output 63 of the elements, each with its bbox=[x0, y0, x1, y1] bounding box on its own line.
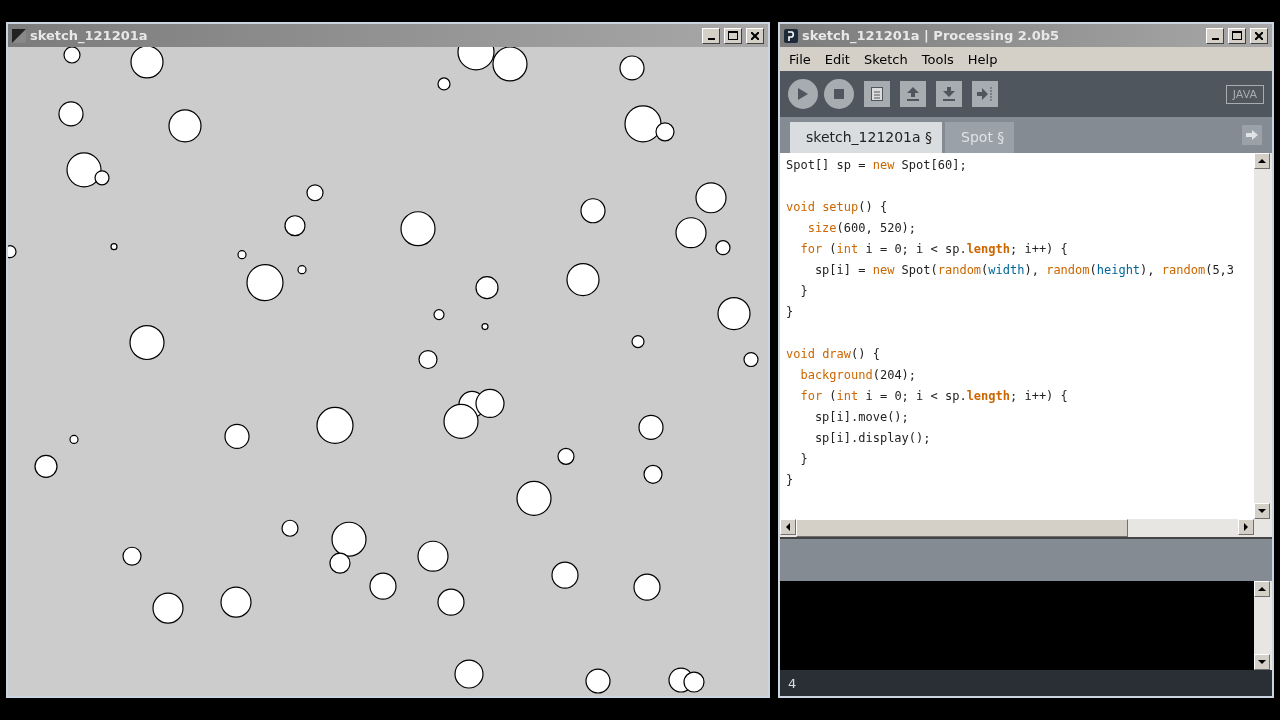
right-triangle-icon bbox=[1244, 523, 1248, 531]
close-button[interactable] bbox=[746, 27, 764, 44]
right-arrow-icon bbox=[1246, 130, 1258, 140]
menu-item[interactable]: Sketch bbox=[858, 51, 913, 67]
scroll-up-button[interactable] bbox=[1254, 153, 1270, 169]
code-line: size(600, 520); bbox=[806, 220, 918, 237]
code-line: } bbox=[799, 283, 809, 300]
menu-item[interactable]: File bbox=[784, 51, 816, 67]
close-icon bbox=[751, 31, 759, 40]
code-line: void draw() { bbox=[786, 346, 881, 363]
menu-item[interactable]: Tools bbox=[916, 51, 959, 67]
new-button[interactable] bbox=[864, 81, 890, 107]
editor-tab[interactable]: sketch_121201a § bbox=[790, 122, 943, 153]
right-arrow-icon bbox=[977, 87, 993, 101]
code-line: sp[i].move(); bbox=[813, 409, 910, 426]
up-arrow-icon bbox=[907, 87, 919, 101]
up-triangle-icon bbox=[1258, 159, 1266, 163]
up-triangle-icon bbox=[1258, 587, 1266, 591]
document-icon bbox=[871, 87, 883, 101]
code-line: for (int i = 0; i < sp.length; i++) { bbox=[799, 388, 1069, 405]
code-line: sp[i] = new Spot(random(width), random(height), random(5,3 bbox=[813, 262, 1236, 279]
app-logo-icon bbox=[784, 28, 798, 43]
save-button[interactable] bbox=[936, 81, 962, 107]
minimize-icon bbox=[1211, 37, 1219, 40]
code-line: background(204); bbox=[799, 367, 918, 384]
minimize-button[interactable] bbox=[1206, 27, 1224, 44]
run-button[interactable] bbox=[788, 79, 818, 109]
code-line: for (int i = 0; i < sp.length; i++) { bbox=[799, 241, 1069, 258]
menu-item[interactable]: Edit bbox=[819, 51, 855, 67]
code-line: void setup() { bbox=[786, 199, 889, 216]
maximize-button[interactable] bbox=[1228, 27, 1246, 44]
maximize-icon bbox=[1232, 31, 1242, 40]
close-icon bbox=[1255, 31, 1263, 40]
minimize-icon bbox=[707, 37, 715, 40]
scroll-up-button[interactable] bbox=[1254, 581, 1270, 597]
minimize-button[interactable] bbox=[702, 27, 720, 44]
code-line: sp[i].display(); bbox=[813, 430, 932, 447]
scroll-right-button[interactable] bbox=[1238, 519, 1254, 535]
play-icon bbox=[798, 88, 808, 100]
code-line: Spot[] sp = new Spot[60]; bbox=[786, 157, 968, 174]
open-button[interactable] bbox=[900, 81, 926, 107]
scroll-thumb[interactable] bbox=[796, 519, 1128, 537]
maximize-icon bbox=[728, 31, 738, 40]
left-triangle-icon bbox=[786, 523, 790, 531]
down-arrow-icon bbox=[943, 87, 955, 101]
menu-item[interactable]: Help bbox=[962, 51, 1003, 67]
down-triangle-icon bbox=[1258, 660, 1266, 664]
down-triangle-icon bbox=[1258, 509, 1266, 513]
scroll-down-button[interactable] bbox=[1254, 654, 1270, 670]
line-number: 4 bbox=[788, 675, 797, 691]
code-line: } bbox=[799, 451, 809, 468]
stop-icon bbox=[834, 89, 844, 99]
scroll-down-button[interactable] bbox=[1254, 503, 1270, 519]
close-button[interactable] bbox=[1250, 27, 1268, 44]
window-icon bbox=[12, 28, 26, 43]
scroll-left-button[interactable] bbox=[780, 519, 796, 535]
maximize-button[interactable] bbox=[724, 27, 742, 44]
code-line: } bbox=[786, 304, 795, 321]
export-button[interactable] bbox=[972, 81, 998, 107]
stop-button[interactable] bbox=[824, 79, 854, 109]
window-title: sketch_121201a bbox=[30, 28, 149, 43]
window-title: sketch_121201a | Processing 2.0b5 bbox=[802, 28, 1061, 43]
code-line: } bbox=[786, 472, 795, 489]
